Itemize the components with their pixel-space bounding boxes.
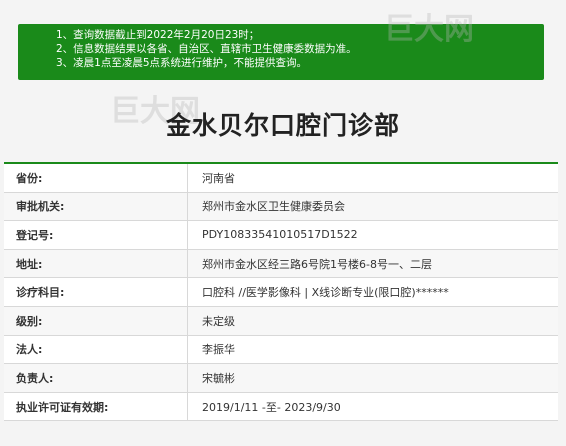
table-row: 地址: 郑州市金水区经三路6号院1号楼6-8号一、二层	[4, 249, 558, 279]
row-value: 宋毓彬	[187, 364, 558, 392]
table-row: 诊疗科目: 口腔科 //医学影像科 | X线诊断专业(限口腔)******	[4, 278, 558, 307]
page-title: 金水贝尔口腔门诊部	[165, 111, 400, 140]
row-value: 李振华	[187, 335, 558, 364]
notice-line-3: 3、凌晨1点至凌晨5点系统进行维护，不能提供查询。	[56, 57, 308, 69]
table-row: 负责人: 宋毓彬	[4, 364, 558, 393]
table-row: 登记号: PDY10833541010517D1522	[4, 221, 558, 250]
row-label: 执业许可证有效期:	[16, 400, 109, 414]
row-label: 法人:	[16, 343, 43, 357]
row-value: 2019/1/11 -至- 2023/9/30	[187, 392, 558, 421]
table-row: 执业许可证有效期: 2019/1/11 -至- 2023/9/30	[4, 392, 558, 422]
row-label: 诊疗科目:	[16, 286, 65, 300]
notice-line-1: 1、查询数据截止到2022年2月20日23时；	[56, 29, 260, 41]
table-row: 省份: 河南省	[4, 164, 558, 193]
row-value: 郑州市金水区卫生健康委员会	[187, 192, 558, 221]
row-value: 未定级	[187, 306, 558, 335]
table-row: 法人: 李振华	[4, 335, 558, 365]
row-label: 省份:	[16, 171, 43, 185]
table-row: 级别: 未定级	[4, 306, 558, 336]
row-label: 级别:	[16, 314, 43, 328]
info-table: 省份: 河南省 审批机关: 郑州市金水区卫生健康委员会 登记号: PDY1083…	[4, 162, 558, 422]
row-value: 口腔科 //医学影像科 | X线诊断专业(限口腔)******	[187, 278, 558, 306]
notice-banner: 1、查询数据截止到2022年2月20日23时； 2、信息数据结果以各省、自治区、…	[18, 24, 544, 80]
row-label: 审批机关:	[16, 200, 65, 214]
row-value: PDY10833541010517D1522	[187, 221, 558, 249]
row-value: 郑州市金水区经三路6号院1号楼6-8号一、二层	[187, 249, 558, 278]
row-label: 登记号:	[16, 228, 54, 242]
row-value: 河南省	[187, 164, 558, 192]
row-label: 地址:	[16, 257, 43, 271]
row-label: 负责人:	[16, 371, 54, 385]
table-row: 审批机关: 郑州市金水区卫生健康委员会	[4, 192, 558, 222]
notice-line-2: 2、信息数据结果以各省、自治区、直辖市卫生健康委数据为准。	[56, 43, 357, 55]
